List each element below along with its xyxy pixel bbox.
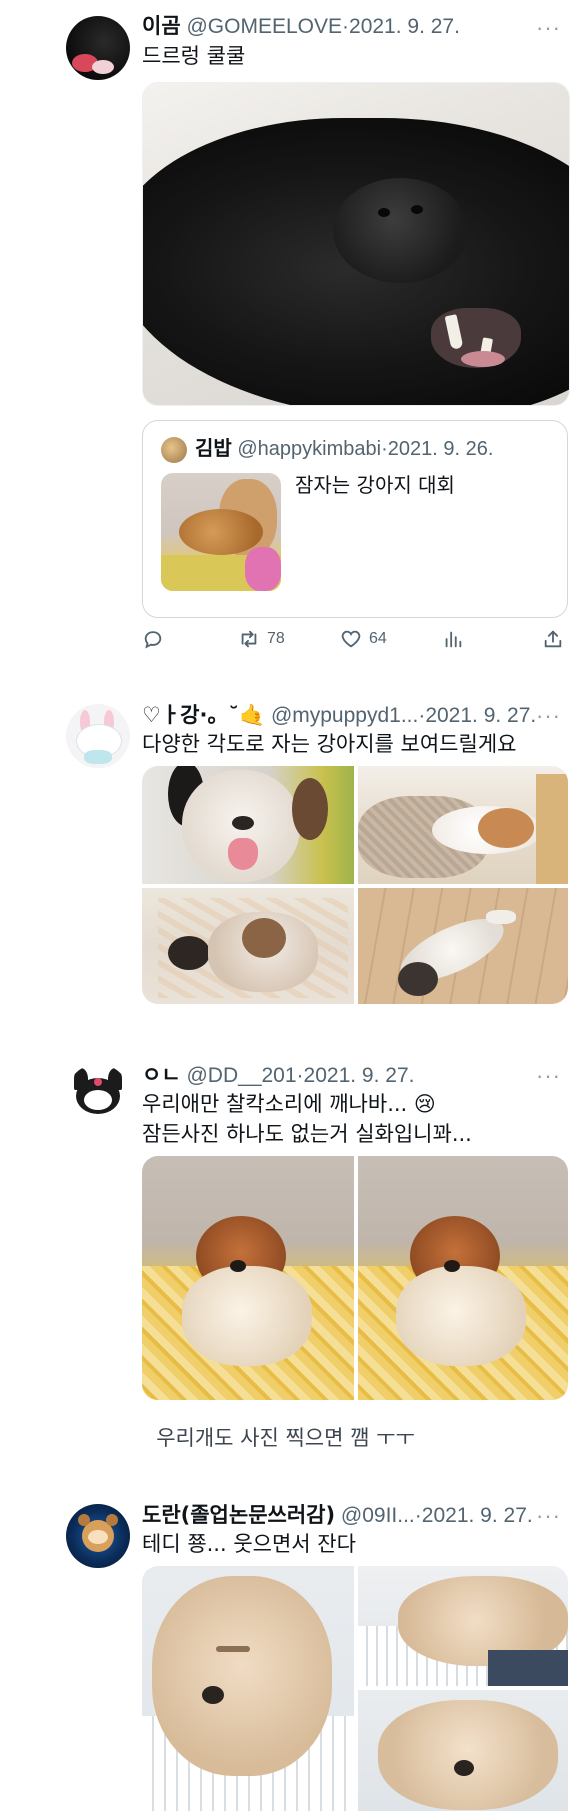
photo-2[interactable]	[358, 1566, 568, 1686]
tweet-date[interactable]: 2021. 9. 27.	[422, 1504, 533, 1527]
share-icon	[544, 630, 562, 648]
tweet-dd201[interactable]: ㅇㄴ @DD__201·2021. 9. 27. ··· 우리애만 찰칵소리에 …	[0, 1050, 571, 1400]
photo-4[interactable]	[358, 888, 568, 1004]
views-button[interactable]	[442, 624, 464, 654]
display-name[interactable]: ㅇㄴ	[142, 1063, 181, 1087]
tweet-text-line-1: 우리애만 찰칵소리에 깨나바... 😢	[142, 1092, 436, 1116]
tweet-date[interactable]: 2021. 9. 27.	[349, 15, 460, 38]
tweet-date[interactable]: 2021. 9. 27.	[425, 704, 536, 727]
caption-text: 우리개도 사진 찍으면 깸 ㅜㅜ	[156, 1426, 415, 1450]
retweet-count: 78	[267, 630, 285, 647]
tweet-photo[interactable]	[142, 82, 570, 406]
retweet-button[interactable]: 78	[237, 624, 285, 654]
more-icon[interactable]: ···	[536, 704, 561, 728]
like-count: 64	[369, 630, 387, 647]
tweet-header: ㅇㄴ @DD__201·2021. 9. 27.	[142, 1060, 551, 1090]
user-handle[interactable]: @GOMEELOVE	[186, 15, 342, 38]
reply-icon	[144, 631, 162, 649]
photo-3[interactable]	[358, 1690, 568, 1811]
quote-avatar	[161, 437, 187, 463]
quote-text: 잠자는 강아지 대회	[295, 473, 455, 497]
quote-display-name: 김밥	[195, 438, 232, 460]
separator: ·	[414, 1504, 422, 1527]
display-name[interactable]: 도란(졸업논문쓰러감)	[142, 1503, 335, 1527]
user-handle[interactable]: @09II...	[341, 1504, 415, 1527]
photo-2[interactable]	[358, 1156, 568, 1400]
photo-1[interactable]	[142, 1156, 354, 1400]
tweet-header: 이곰 @GOMEELOVE·2021. 9. 27.	[142, 12, 551, 42]
quoted-tweet[interactable]: 김밥 @happykimbabi·2021. 9. 26. 잠자는 강아지 대회	[142, 420, 568, 618]
photo-1[interactable]	[142, 1566, 354, 1811]
photo-3[interactable]	[142, 888, 354, 1004]
quote-user-handle: @happykimbabi	[237, 438, 382, 460]
user-handle[interactable]: @DD__201	[186, 1064, 296, 1087]
more-icon[interactable]: ···	[536, 16, 561, 40]
photo-grid	[142, 1566, 568, 1811]
tweet-gomeelove[interactable]: 이곰 @GOMEELOVE·2021. 9. 27. ··· 드르렁 쿨쿨 김밥…	[0, 0, 571, 660]
tweet-text: 다양한 각도로 자는 강아지를 보여드릴게요	[142, 732, 517, 756]
photo-grid	[142, 1156, 568, 1400]
analytics-icon	[445, 631, 462, 648]
separator: ·	[296, 1064, 304, 1087]
photo-1[interactable]	[142, 766, 354, 884]
display-name[interactable]: 이곰	[142, 15, 181, 38]
share-button[interactable]	[542, 624, 564, 654]
tweet-doran[interactable]: 도란(졸업논문쓰러감) @09II...·2021. 9. 27. ··· 테디…	[0, 1490, 571, 1811]
quote-thumbnail	[161, 473, 281, 591]
tweet-text-line-2: 잠든사진 하나도 없는거 실화입니꽈...	[142, 1122, 472, 1146]
quote-date: 2021. 9. 26.	[387, 438, 494, 460]
separator: ·	[381, 438, 388, 460]
avatar[interactable]	[66, 704, 130, 768]
more-icon[interactable]: ···	[536, 1064, 561, 1088]
photo-grid	[142, 766, 568, 1004]
tweet-actions: 78 64	[142, 624, 568, 654]
avatar[interactable]	[66, 1064, 130, 1128]
tweet-text: 드르렁 쿨쿨	[142, 44, 246, 68]
more-icon[interactable]: ···	[536, 1504, 561, 1528]
user-handle[interactable]: @mypuppyd1...	[271, 704, 418, 727]
display-name[interactable]: ♡ㅏ강·。˘🤙	[142, 703, 265, 727]
separator: ·	[342, 15, 350, 38]
avatar[interactable]	[66, 16, 130, 80]
retweet-icon	[241, 630, 257, 648]
reply-button[interactable]	[142, 624, 164, 654]
tweet-date[interactable]: 2021. 9. 27.	[304, 1064, 415, 1087]
photo-2[interactable]	[358, 766, 568, 884]
heart-icon	[341, 630, 361, 648]
avatar[interactable]	[66, 1504, 130, 1568]
tweet-header: 도란(졸업논문쓰러감) @09II...·2021. 9. 27.	[142, 1500, 551, 1530]
tweet-mypuppy[interactable]: ♡ㅏ강·。˘🤙 @mypuppyd1...·2021. 9. 27. ··· 다…	[0, 690, 571, 1020]
tweet-header: ♡ㅏ강·。˘🤙 @mypuppyd1...·2021. 9. 27.	[142, 700, 551, 730]
tweet-text: 테디 쭁... 웃으면서 잔다	[142, 1532, 356, 1556]
like-button[interactable]: 64	[339, 624, 387, 654]
